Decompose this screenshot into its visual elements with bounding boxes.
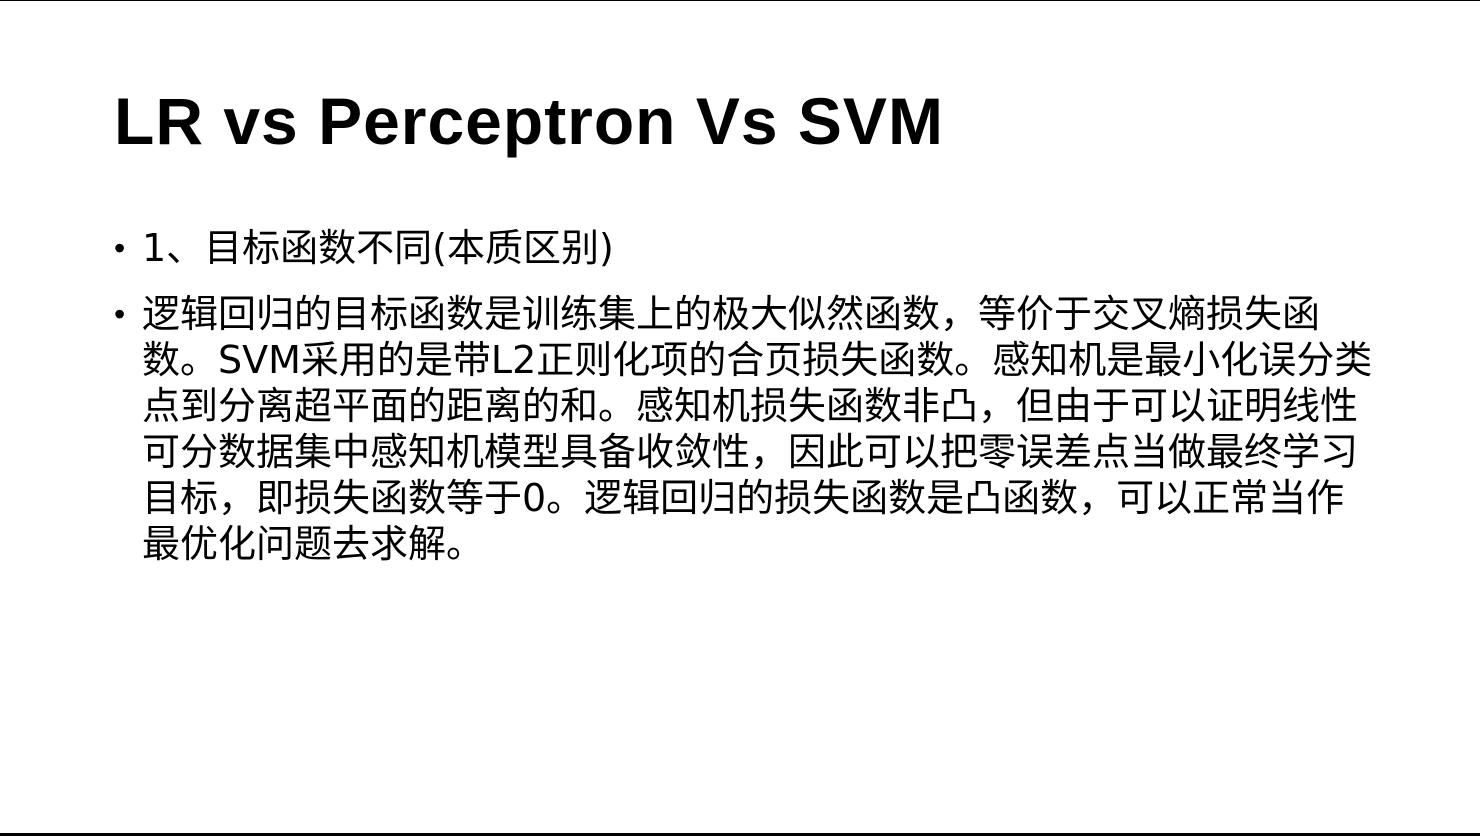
bullet-text: 逻辑回归的目标函数是训练集上的极大似然函数，等价于交叉熵损失函数。SVM采用的是… (142, 292, 1373, 566)
bullet-item-objective-function: • 1、目标函数不同(本质区别) (114, 225, 1374, 271)
bullet-marker-icon: • (114, 230, 126, 266)
bullet-marker-icon: • (114, 296, 126, 332)
bullet-list: • 1、目标函数不同(本质区别) • 逻辑回归的目标函数是训练集上的极大似然函数… (114, 225, 1374, 567)
slide: LR vs Perceptron Vs SVM • 1、目标函数不同(本质区别)… (0, 0, 1480, 836)
bullet-text: 1、目标函数不同(本质区别) (142, 226, 614, 270)
bullet-item-explanation: • 逻辑回归的目标函数是训练集上的极大似然函数，等价于交叉熵损失函数。SVM采用… (114, 291, 1374, 567)
slide-title: LR vs Perceptron Vs SVM (114, 84, 944, 158)
